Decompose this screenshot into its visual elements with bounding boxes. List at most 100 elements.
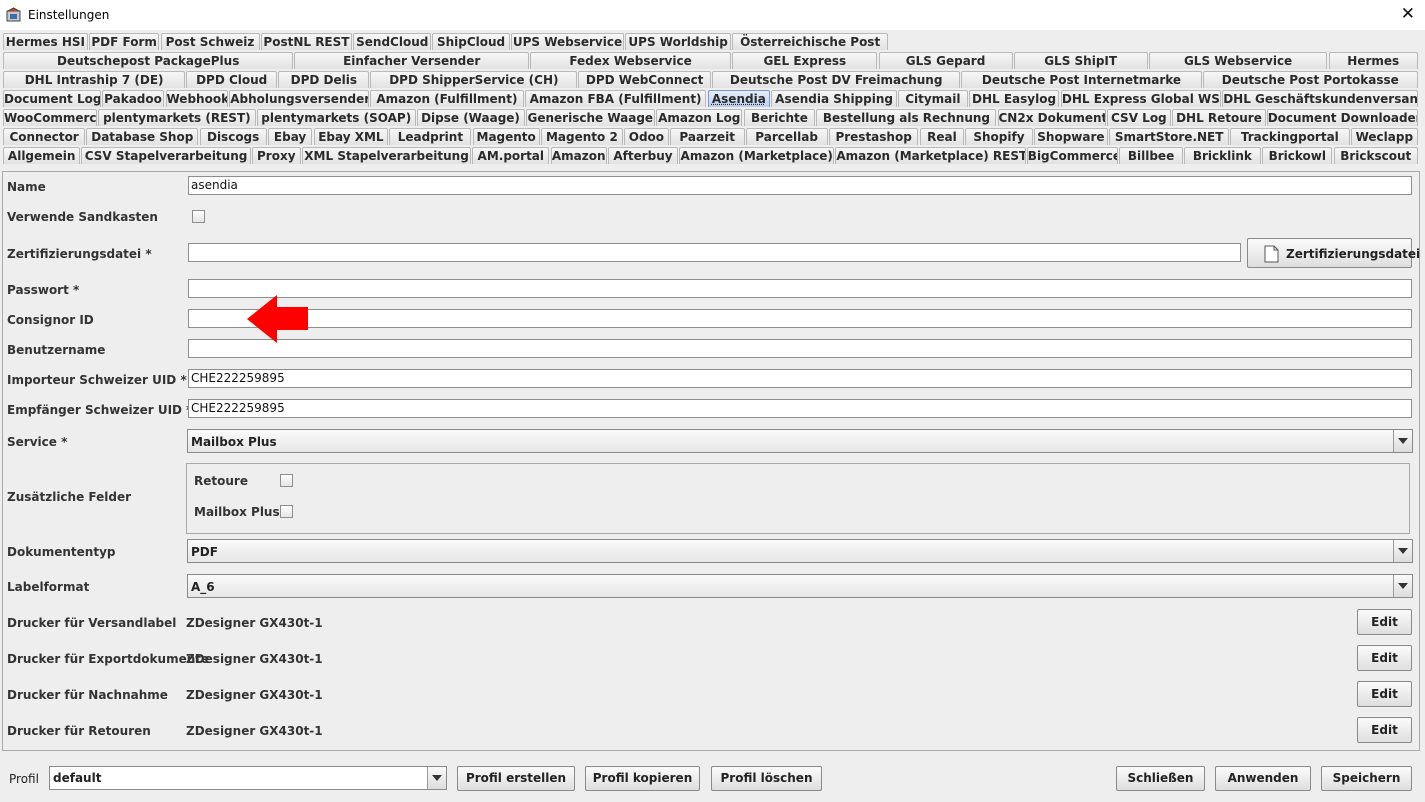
tab-magento[interactable]: Magento: [472, 128, 540, 145]
tab-abholungsversender[interactable]: Abholungsversender: [229, 90, 369, 107]
certificate-field[interactable]: [188, 243, 1241, 262]
tab-dpd-delis[interactable]: DPD Delis: [278, 71, 370, 88]
tab-österreichische-post[interactable]: Österreichische Post: [732, 33, 888, 50]
tab-bestellung-als-rechnung[interactable]: Bestellung als Rechnung: [816, 109, 997, 126]
tab-amazon-log[interactable]: Amazon Log: [656, 109, 743, 126]
sandbox-checkbox[interactable]: [192, 210, 205, 223]
tab-brickowl[interactable]: Brickowl: [1262, 147, 1333, 164]
tab-plentymarkets-soap[interactable]: plentymarkets (SOAP): [257, 109, 416, 126]
tab-dpd-webconnect[interactable]: DPD WebConnect: [578, 71, 711, 88]
importer-uid-field[interactable]: CHE222259895: [188, 369, 1412, 388]
tab-brickscout[interactable]: Brickscout: [1333, 147, 1418, 164]
close-button[interactable]: Schließen: [1116, 766, 1205, 791]
create-profile-button[interactable]: Profil erstellen: [457, 766, 575, 791]
mailbox-plus-checkbox[interactable]: [280, 505, 293, 518]
tab-post-schweiz[interactable]: Post Schweiz: [160, 33, 260, 50]
tab-bricklink[interactable]: Bricklink: [1183, 147, 1262, 164]
tab-connector[interactable]: Connector: [3, 128, 86, 145]
tab-amazon[interactable]: Amazon: [550, 147, 607, 164]
tab-hermes[interactable]: Hermes: [1328, 52, 1418, 69]
chevron-down-icon[interactable]: [1393, 430, 1412, 452]
tab-dhl-geschäftskundenversand[interactable]: DHL Geschäftskundenversand: [1222, 90, 1418, 107]
password-field[interactable]: [188, 279, 1412, 298]
certificate-button[interactable]: Zertifizierungsdatei: [1247, 238, 1420, 268]
consignor-field[interactable]: [188, 309, 1412, 328]
tab-fedex-webservice[interactable]: Fedex Webservice: [530, 52, 732, 69]
tab-leadprint[interactable]: Leadprint: [389, 128, 472, 145]
tab-woocommerce[interactable]: WooCommerce: [3, 109, 97, 126]
service-select[interactable]: Mailbox Plus: [187, 429, 1413, 453]
tab-dpd-shipperservice-ch[interactable]: DPD ShipperService (CH): [370, 71, 578, 88]
tab-smartstore-net[interactable]: SmartStore.NET: [1109, 128, 1229, 145]
profile-select[interactable]: default: [49, 766, 447, 790]
tab-deutschepost-packageplus[interactable]: Deutschepost PackagePlus: [3, 52, 294, 69]
tab-gls-gepard[interactable]: GLS Gepard: [878, 52, 1013, 69]
tab-cn2x-dokument[interactable]: CN2x Dokument: [997, 109, 1106, 126]
printer-edit-button[interactable]: Edit: [1357, 681, 1412, 707]
tab-deutsche-post-portokasse[interactable]: Deutsche Post Portokasse: [1202, 71, 1418, 88]
printer-edit-button[interactable]: Edit: [1357, 645, 1412, 671]
tab-amazon-fulfillment[interactable]: Amazon (Fulfillment): [370, 90, 524, 107]
tab-billbee[interactable]: Billbee: [1119, 147, 1183, 164]
tab-webhook[interactable]: Webhook: [165, 90, 229, 107]
close-icon[interactable]: ✕: [1401, 4, 1415, 24]
tab-einfacher-versender[interactable]: Einfacher Versender: [294, 52, 529, 69]
tab-citymail[interactable]: Citymail: [898, 90, 968, 107]
tab-shopware[interactable]: Shopware: [1033, 128, 1109, 145]
tab-ups-worldship[interactable]: UPS Worldship: [625, 33, 732, 50]
username-field[interactable]: [188, 339, 1412, 358]
tab-plentymarkets-rest[interactable]: plentymarkets (REST): [97, 109, 257, 126]
tab-dhl-easylog[interactable]: DHL Easylog: [968, 90, 1060, 107]
tab-paarzeit[interactable]: Paarzeit: [669, 128, 745, 145]
tab-asendia-shipping[interactable]: Asendia Shipping: [771, 90, 897, 107]
tab-parcellab[interactable]: Parcellab: [745, 128, 828, 145]
chevron-down-icon[interactable]: [1393, 540, 1412, 562]
tab-amazon-marketplace[interactable]: Amazon (Marketplace): [679, 147, 835, 164]
tab-document-downloader[interactable]: Document Downloader: [1266, 109, 1418, 126]
tab-odoo[interactable]: Odoo: [624, 128, 669, 145]
tab-database-shop[interactable]: Database Shop: [86, 128, 199, 145]
tab-hermes-hsi[interactable]: Hermes HSI: [3, 33, 88, 50]
tab-discogs[interactable]: Discogs: [199, 128, 267, 145]
tab-am-portal[interactable]: AM.portal: [472, 147, 550, 164]
receiver-uid-field[interactable]: CHE222259895: [188, 399, 1412, 418]
save-button[interactable]: Speichern: [1321, 766, 1412, 791]
tab-dhl-retoure[interactable]: DHL Retoure: [1172, 109, 1266, 126]
tab-gls-webservice[interactable]: GLS Webservice: [1148, 52, 1328, 69]
printer-edit-button[interactable]: Edit: [1357, 609, 1412, 635]
tab-deutsche-post-internetmarke[interactable]: Deutsche Post Internetmarke: [961, 71, 1202, 88]
tab-ups-webservice[interactable]: UPS Webservice: [510, 33, 625, 50]
tab-generische-waage[interactable]: Generische Waage: [525, 109, 656, 126]
printer-edit-button[interactable]: Edit: [1357, 717, 1412, 743]
chevron-down-icon[interactable]: [1393, 575, 1412, 597]
tab-real[interactable]: Real: [919, 128, 965, 145]
tab-gel-express[interactable]: GEL Express: [732, 52, 878, 69]
tab-deutsche-post-dv-freimachung[interactable]: Deutsche Post DV Freimachung: [711, 71, 961, 88]
labelformat-select[interactable]: A_6: [187, 574, 1413, 598]
copy-profile-button[interactable]: Profil kopieren: [585, 766, 700, 791]
tab-asendia[interactable]: Asendia: [707, 90, 771, 107]
tab-prestashop[interactable]: Prestashop: [828, 128, 919, 145]
tab-trackingportal[interactable]: Trackingportal: [1230, 128, 1350, 145]
name-field[interactable]: asendia: [188, 176, 1412, 195]
chevron-down-icon[interactable]: [427, 767, 446, 789]
tab-postnl-rest[interactable]: PostNL REST: [260, 33, 353, 50]
tab-dhl-intraship-7-de[interactable]: DHL Intraship 7 (DE): [3, 71, 186, 88]
delete-profile-button[interactable]: Profil löschen: [711, 766, 822, 791]
tab-dpd-cloud[interactable]: DPD Cloud: [186, 71, 278, 88]
tab-pdf-form[interactable]: PDF Form: [88, 33, 160, 50]
doctype-select[interactable]: PDF: [187, 539, 1413, 563]
apply-button[interactable]: Anwenden: [1215, 766, 1311, 791]
tab-pakadoo[interactable]: Pakadoo: [101, 90, 165, 107]
tab-afterbuy[interactable]: Afterbuy: [607, 147, 679, 164]
tab-berichte[interactable]: Berichte: [743, 109, 816, 126]
retoure-checkbox[interactable]: [280, 474, 293, 487]
tab-weclapp[interactable]: Weclapp: [1350, 128, 1418, 145]
tab-bigcommerce[interactable]: BigCommerce: [1026, 147, 1119, 164]
tab-magento-2[interactable]: Magento 2: [540, 128, 623, 145]
tab-amazon-marketplace-rest[interactable]: Amazon (Marketplace) REST: [835, 147, 1026, 164]
tab-csv-stapelverarbeitung[interactable]: CSV Stapelverarbeitung: [81, 147, 251, 164]
tab-xml-stapelverarbeitung[interactable]: XML Stapelverarbeitung: [301, 147, 472, 164]
tab-shopify[interactable]: Shopify: [965, 128, 1033, 145]
tab-sendcloud[interactable]: SendCloud: [353, 33, 432, 50]
